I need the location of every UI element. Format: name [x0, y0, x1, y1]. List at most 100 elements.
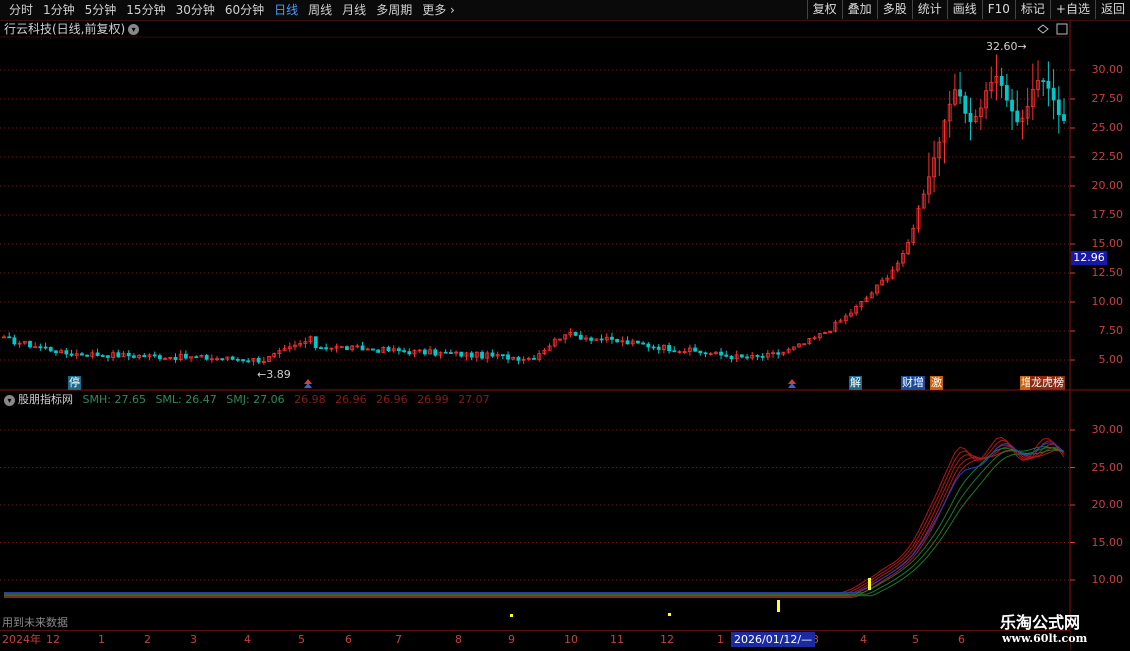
- candle-body: [599, 338, 604, 341]
- panel-maximize-icon: [1056, 23, 1068, 35]
- indicator-red-line: [4, 449, 1065, 598]
- indicator-axis-label: 10.00: [1091, 573, 1124, 586]
- price-axis-label: 10.00: [1091, 295, 1124, 308]
- candle-body: [48, 347, 53, 352]
- diamond-icon: [1037, 24, 1049, 34]
- candle-body: [760, 355, 765, 358]
- date-label: 4: [860, 633, 867, 646]
- candle-body: [506, 354, 510, 360]
- candle-body: [443, 351, 448, 354]
- candle-body: [345, 346, 349, 351]
- price-axis-label: 20.00: [1091, 179, 1124, 192]
- candle-body: [241, 359, 245, 362]
- candle-body: [386, 347, 391, 352]
- candle-body: [132, 355, 136, 358]
- event-tag-incentive[interactable]: 激: [930, 376, 943, 390]
- stock-title: 行云科技(日线,前复权): [4, 22, 126, 36]
- candle-body: [12, 337, 17, 345]
- indicator-blue-line: [4, 442, 1065, 594]
- candle-body: [64, 350, 69, 355]
- date-axis[interactable]: 2024年 12 1 2 3 4 5 6 7 8 9 10 11 12 1 3 …: [0, 630, 1070, 651]
- indicator-axis-label: 25.00: [1091, 460, 1124, 474]
- candle-body: [963, 95, 968, 114]
- signal-marker: [510, 614, 513, 617]
- candle-body: [636, 340, 640, 344]
- chevron-down-icon[interactable]: ▾: [4, 394, 15, 406]
- candle-body: [755, 355, 760, 357]
- indicator-legend: ▾ 股朋指标网 SMH: 27.65 SML: 26.47 SMJ: 27.06 …: [4, 392, 496, 408]
- event-tag-unlock[interactable]: 解: [849, 376, 862, 390]
- candle-body: [615, 338, 620, 343]
- main-panel-title[interactable]: 行云科技(日线,前复权) ▾: [4, 21, 140, 37]
- candle-body: [407, 351, 412, 355]
- legend-v3: 26.96: [376, 393, 408, 406]
- date-label: 4: [244, 633, 251, 646]
- candle-body: [38, 346, 43, 349]
- candle-body: [371, 348, 375, 351]
- indicator-green-line: [4, 449, 1065, 597]
- date-label: 5: [298, 633, 305, 646]
- price-axis-label: 5.00: [1098, 353, 1124, 366]
- legend-smj: SMJ: 27.06: [226, 393, 285, 406]
- legend-v1: 26.98: [294, 393, 326, 406]
- candle-body: [745, 356, 749, 359]
- candle-body: [7, 336, 12, 339]
- candle-body: [1004, 85, 1009, 101]
- candle-body: [968, 112, 973, 123]
- candle-body: [469, 352, 474, 358]
- candle-body: [319, 347, 323, 350]
- date-label: 2: [144, 633, 151, 646]
- event-tag-dragon-tiger[interactable]: 龙虎榜: [1030, 376, 1065, 390]
- candle-body: [360, 345, 365, 351]
- date-cursor-label: 2026/01/12/—: [731, 632, 816, 647]
- candle-body: [80, 353, 84, 356]
- candle-body: [1010, 99, 1014, 112]
- candle-body: [422, 349, 427, 355]
- date-label: 10: [564, 633, 578, 646]
- candle-body: [1041, 80, 1046, 82]
- signal-marker: [668, 613, 671, 616]
- candle-body: [1062, 114, 1066, 121]
- indicator-axis-label: 15.00: [1091, 535, 1124, 549]
- candle-body: [126, 352, 131, 357]
- date-label: 3: [190, 633, 197, 646]
- date-label: 11: [610, 633, 624, 646]
- candle-body: [220, 358, 225, 361]
- candle-body: [433, 349, 438, 356]
- date-label: 12: [660, 633, 674, 646]
- candle-body: [610, 336, 614, 340]
- date-label: 7: [395, 633, 402, 646]
- price-axis-label: 25.00: [1091, 121, 1124, 134]
- candle-body: [204, 355, 209, 360]
- high-annotation: 32.60→: [986, 40, 1027, 53]
- candle-body: [28, 340, 32, 348]
- candle-body: [1015, 110, 1020, 123]
- chevron-down-icon[interactable]: ▾: [128, 24, 140, 35]
- candle-body: [958, 89, 962, 97]
- indicator-green-line: [4, 446, 1065, 595]
- candle-body: [324, 347, 329, 350]
- candle-body: [95, 352, 100, 356]
- candle-body: [1046, 80, 1051, 89]
- date-label: 6: [345, 633, 352, 646]
- price-axis-label: 12.50: [1091, 266, 1124, 279]
- candle-body: [1056, 99, 1061, 116]
- candle-body: [194, 356, 199, 359]
- low-annotation: ←3.89: [257, 368, 291, 381]
- chart-canvas[interactable]: 32.60→ ←3.89: [0, 0, 1130, 650]
- price-axis-label: 7.50: [1098, 324, 1124, 337]
- event-tag-finance[interactable]: 财增: [901, 376, 925, 390]
- indicator-title[interactable]: 股朋指标网: [18, 393, 73, 406]
- candle-body: [532, 357, 536, 360]
- price-axis-label: 17.50: [1091, 208, 1124, 221]
- candle-body: [625, 340, 630, 345]
- candle-body: [230, 356, 235, 360]
- candle-body: [402, 350, 406, 353]
- event-tag-suspend[interactable]: 停: [68, 376, 81, 390]
- candle-body: [999, 75, 1004, 86]
- candle-body: [703, 352, 708, 355]
- price-axis-label: 27.50: [1091, 92, 1124, 105]
- candle-body: [246, 360, 251, 363]
- legend-v2: 26.96: [335, 393, 367, 406]
- candle-body: [459, 351, 464, 357]
